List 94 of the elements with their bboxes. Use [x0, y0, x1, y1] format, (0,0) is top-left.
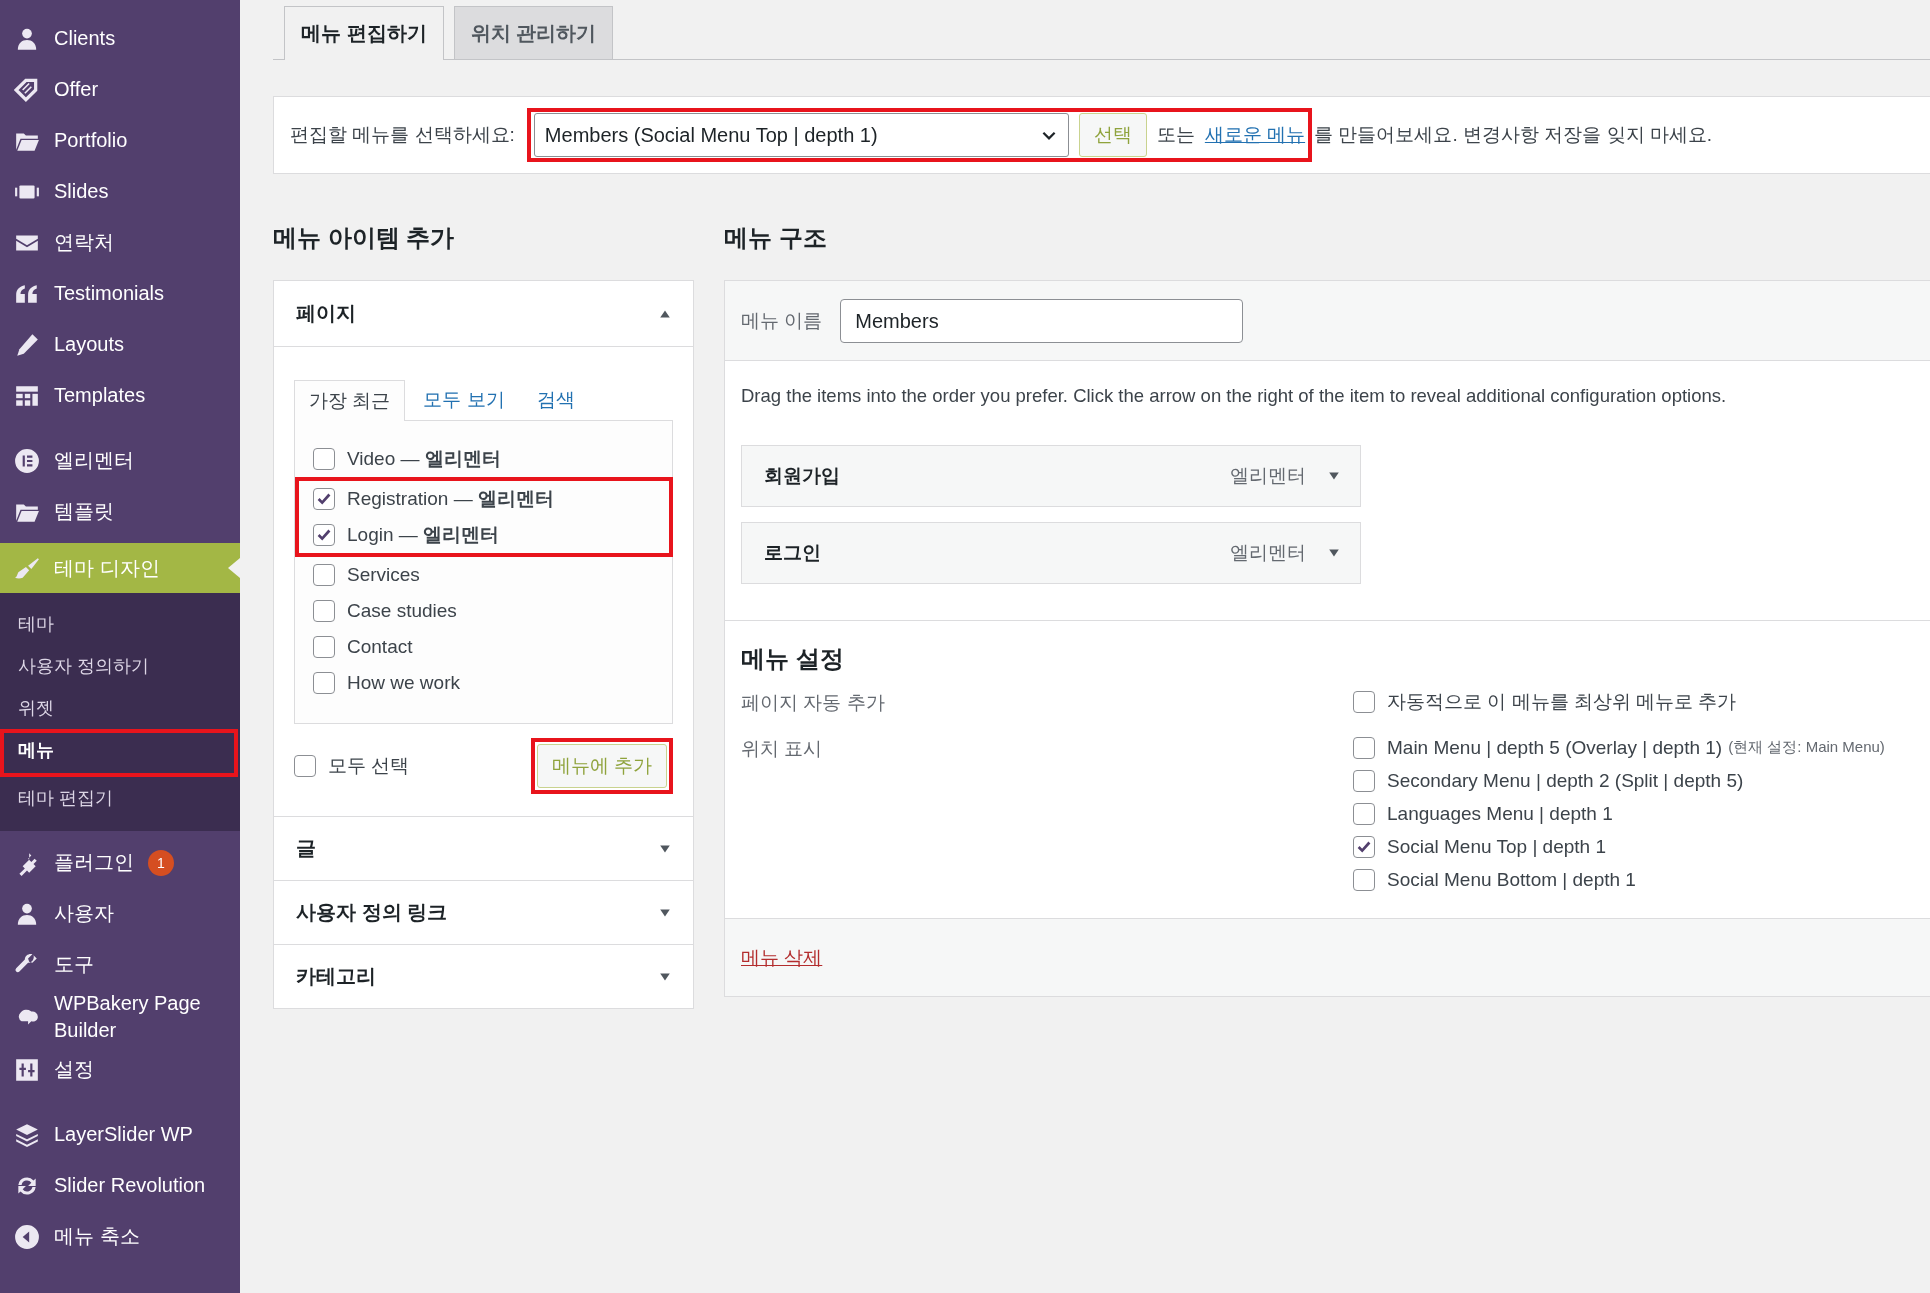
triangle-down-icon[interactable] — [1328, 547, 1340, 559]
current-setting-note: (현재 설정: Main Menu) — [1728, 738, 1885, 757]
setting-label: 위치 표시 — [741, 737, 824, 761]
tab[interactable]: 검색 — [522, 380, 589, 420]
sidebar-item[interactable]: Testimonials — [0, 268, 240, 319]
checkbox[interactable] — [1353, 690, 1375, 713]
sidebar-item[interactable]: Templates — [0, 370, 240, 421]
tab[interactable]: 위치 관리하기 — [453, 6, 614, 59]
settings-heading: 메뉴 설정 — [741, 644, 845, 674]
sidebar-item[interactable]: 엘리멘터 — [0, 435, 240, 486]
checkbox[interactable] — [1353, 736, 1375, 759]
tag-icon — [14, 76, 40, 103]
checkbox[interactable] — [313, 564, 335, 586]
option-label: Social Menu Top | depth 1 — [1387, 835, 1606, 858]
sidebar-item[interactable]: Slider Revolution — [0, 1160, 240, 1211]
checkbox[interactable] — [1353, 769, 1375, 792]
menu-name-label: 메뉴 이름 — [741, 308, 823, 333]
select-label: 편집할 메뉴를 선택하세요: — [290, 123, 515, 147]
accordion-title: 사용자 정의 링크 — [296, 900, 448, 925]
checkbox[interactable] — [1353, 835, 1375, 858]
accordion-header[interactable]: 사용자 정의 링크 — [274, 881, 693, 944]
sidebar-item[interactable]: WPBakery Page Builder — [0, 990, 240, 1044]
menu-item-bar[interactable]: 회원가입 엘리멘터 — [741, 445, 1361, 507]
tab[interactable]: 모두 보기 — [409, 380, 519, 420]
page-label: Login — 엘리멘터 — [347, 523, 500, 547]
triangle-down-icon[interactable] — [1328, 470, 1340, 482]
menu-dropdown[interactable]: Members (Social Menu Top | depth 1) — [533, 113, 1069, 157]
page-label: Case studies — [347, 600, 457, 622]
accordion-header[interactable]: 페이지 — [274, 281, 693, 347]
sidebar-item[interactable]: Offer — [0, 64, 240, 115]
checkbox[interactable] — [313, 672, 335, 694]
sidebar-item[interactable]: 설정 — [0, 1044, 240, 1095]
collapse-icon — [14, 1223, 40, 1250]
menu-item-type: 엘리멘터 — [1230, 464, 1306, 488]
menu-item-bar[interactable]: 로그인 엘리멘터 — [741, 522, 1361, 584]
option-label: Secondary Menu | depth 2 (Split | depth 5) — [1387, 769, 1744, 792]
checkbox[interactable] — [313, 524, 335, 546]
hint-text: 를 만들어보세요. 변경사항 저장을 잊지 마세요. — [1314, 123, 1713, 147]
accordion-title: 글 — [296, 836, 316, 861]
sidebar-item[interactable]: 템플릿 — [0, 486, 240, 537]
menu-item-title: 회원가입 — [764, 464, 841, 488]
submenu-item[interactable]: 위젯 — [0, 687, 240, 729]
option-label: Main Menu | depth 5 (Overlay | depth 1) — [1387, 736, 1723, 759]
instructions-text: Drag the items into the order you prefer. Click the arrow on the right of the item to reveal additional configuration options. — [741, 385, 1728, 407]
sidebar-item[interactable]: LayerSlider WP — [0, 1109, 240, 1160]
checkbox[interactable] — [1353, 802, 1375, 825]
accordion-title: 페이지 — [296, 301, 356, 326]
menu-item-type: 엘리멘터 — [1230, 541, 1306, 565]
accordion-title: 카테고리 — [296, 964, 376, 989]
accordion-header[interactable]: 카테고리 — [274, 945, 693, 1008]
menu-item-title: 로그인 — [764, 541, 822, 565]
checkbox[interactable] — [1353, 868, 1375, 891]
tab[interactable]: 가장 최근 — [294, 380, 406, 421]
checkbox[interactable] — [313, 600, 335, 622]
pencil-icon — [14, 331, 40, 358]
sidebar-item[interactable]: Slides — [0, 166, 240, 217]
or-text: 또는 — [1156, 123, 1195, 147]
page-label: Registration — 엘리멘터 — [347, 487, 554, 511]
count-badge: 1 — [148, 849, 174, 876]
submenu-item[interactable]: 테마 편집기 — [0, 777, 240, 819]
option-label: Languages Menu | depth 1 — [1387, 802, 1613, 825]
new-menu-link[interactable]: 새로운 메뉴 — [1204, 122, 1306, 148]
page-label: Services — [347, 564, 420, 586]
sliders-icon — [14, 1056, 40, 1083]
checkbox[interactable] — [313, 448, 335, 470]
sidebar-item[interactable]: 도구 — [0, 939, 240, 990]
option-label: 자동적으로 이 메뉴를 최상위 메뉴로 추가 — [1387, 689, 1737, 714]
tab[interactable]: 메뉴 편집하기 — [284, 6, 444, 60]
select-all-label: 모두 선택 — [328, 754, 410, 778]
setting-label: 페이지 자동 추가 — [741, 691, 886, 715]
checkbox[interactable] — [313, 488, 335, 510]
sidebar-item[interactable]: Clients — [0, 13, 240, 64]
checkbox[interactable] — [313, 636, 335, 658]
sidebar-item[interactable]: 메뉴 축소 — [0, 1211, 240, 1262]
menu-name-field[interactable]: Members — [840, 298, 1244, 343]
page-label: How we work — [347, 672, 460, 694]
accordion-header[interactable]: 글 — [274, 817, 693, 880]
submenu-item[interactable]: 테마 — [0, 603, 240, 645]
sidebar-item[interactable]: 사용자 — [0, 888, 240, 939]
section-heading: 메뉴 아이템 추가 — [273, 223, 456, 253]
submenu-item[interactable]: 사용자 정의하기 — [0, 645, 240, 687]
section-heading: 메뉴 구조 — [724, 223, 828, 253]
page-label: Video — 엘리멘터 — [347, 447, 501, 471]
sidebar-item[interactable]: Layouts — [0, 319, 240, 370]
sidebar-item[interactable]: 플러그인 1 — [0, 837, 240, 888]
checkbox[interactable] — [294, 755, 316, 777]
option-label: Social Menu Bottom | depth 1 — [1387, 868, 1636, 891]
sidebar-item[interactable]: 연락처 — [0, 217, 240, 268]
page-label: Contact — [347, 636, 413, 658]
submenu-item[interactable]: 메뉴 — [0, 729, 238, 777]
sidebar-item[interactable]: Portfolio — [0, 115, 240, 166]
pointer-arrow — [228, 558, 240, 578]
layers-icon — [14, 1121, 40, 1148]
delete-menu-link[interactable]: 메뉴 삭제 — [741, 944, 823, 971]
